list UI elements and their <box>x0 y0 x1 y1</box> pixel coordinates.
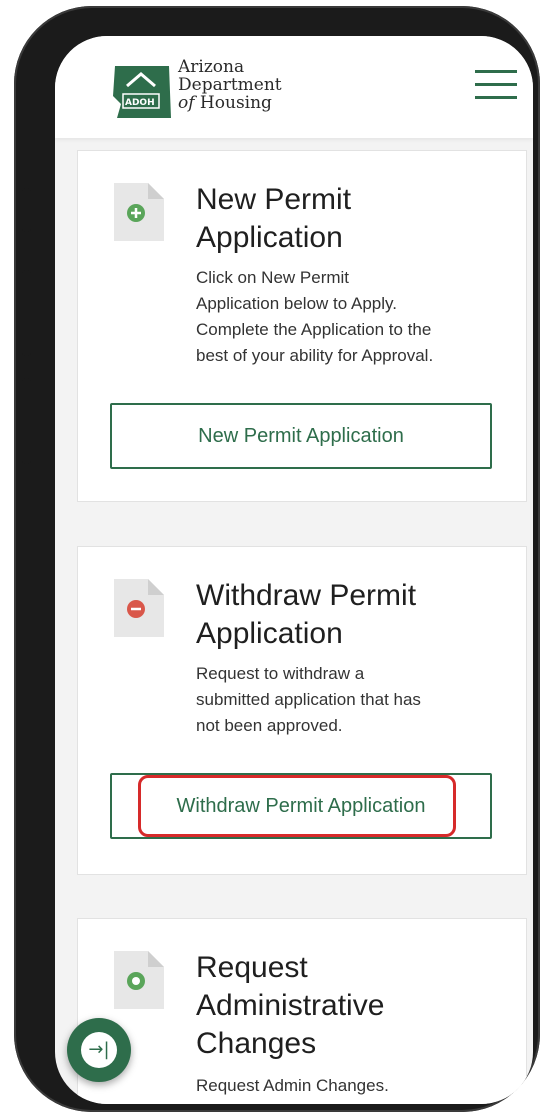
circle-document-icon <box>114 951 164 1009</box>
adoh-logo[interactable]: ADOH <box>111 58 181 120</box>
screen: ADOH Arizona Department of Housing New P… <box>55 36 533 1104</box>
collapse-arrow-icon: →| <box>81 1032 117 1068</box>
withdraw-permit-application-button[interactable]: Withdraw Permit Application <box>110 773 492 839</box>
site-header: ADOH Arizona Department of Housing <box>55 36 533 138</box>
card-title: New Permit Application <box>196 183 352 254</box>
organization-name: Arizona Department of Housing <box>178 58 282 112</box>
add-document-icon <box>114 183 164 241</box>
card-description: Click on New Permit Application below to… <box>196 268 434 365</box>
new-permit-application-button[interactable]: New Permit Application <box>110 403 492 469</box>
logo-text: ADOH <box>125 98 155 108</box>
org-name-line-2: Department <box>178 75 282 95</box>
card-description: Request to withdraw a submitted applicat… <box>196 664 421 735</box>
phone-frame: ADOH Arizona Department of Housing New P… <box>14 6 540 1112</box>
request-admin-changes-card: Request Administrative Changes Request A… <box>77 918 527 1104</box>
org-name-line-1: Arizona <box>178 57 245 77</box>
card-title: Request Administrative Changes <box>196 951 385 1060</box>
phone-volume-down-button <box>22 378 31 464</box>
collapse-fab-button[interactable]: →| <box>67 1018 131 1082</box>
org-name-line-3: of Housing <box>178 93 272 113</box>
hamburger-menu-icon[interactable] <box>475 70 517 102</box>
card-description: Request Admin Changes. <box>196 1076 389 1095</box>
withdraw-permit-card: Withdraw Permit Application Request to w… <box>77 546 527 875</box>
card-title: Withdraw Permit Application <box>196 579 417 650</box>
phone-volume-up-button <box>22 270 31 356</box>
new-permit-card: New Permit Application Click on New Perm… <box>77 150 527 502</box>
remove-document-icon <box>114 579 164 637</box>
phone-side-button <box>22 188 31 232</box>
